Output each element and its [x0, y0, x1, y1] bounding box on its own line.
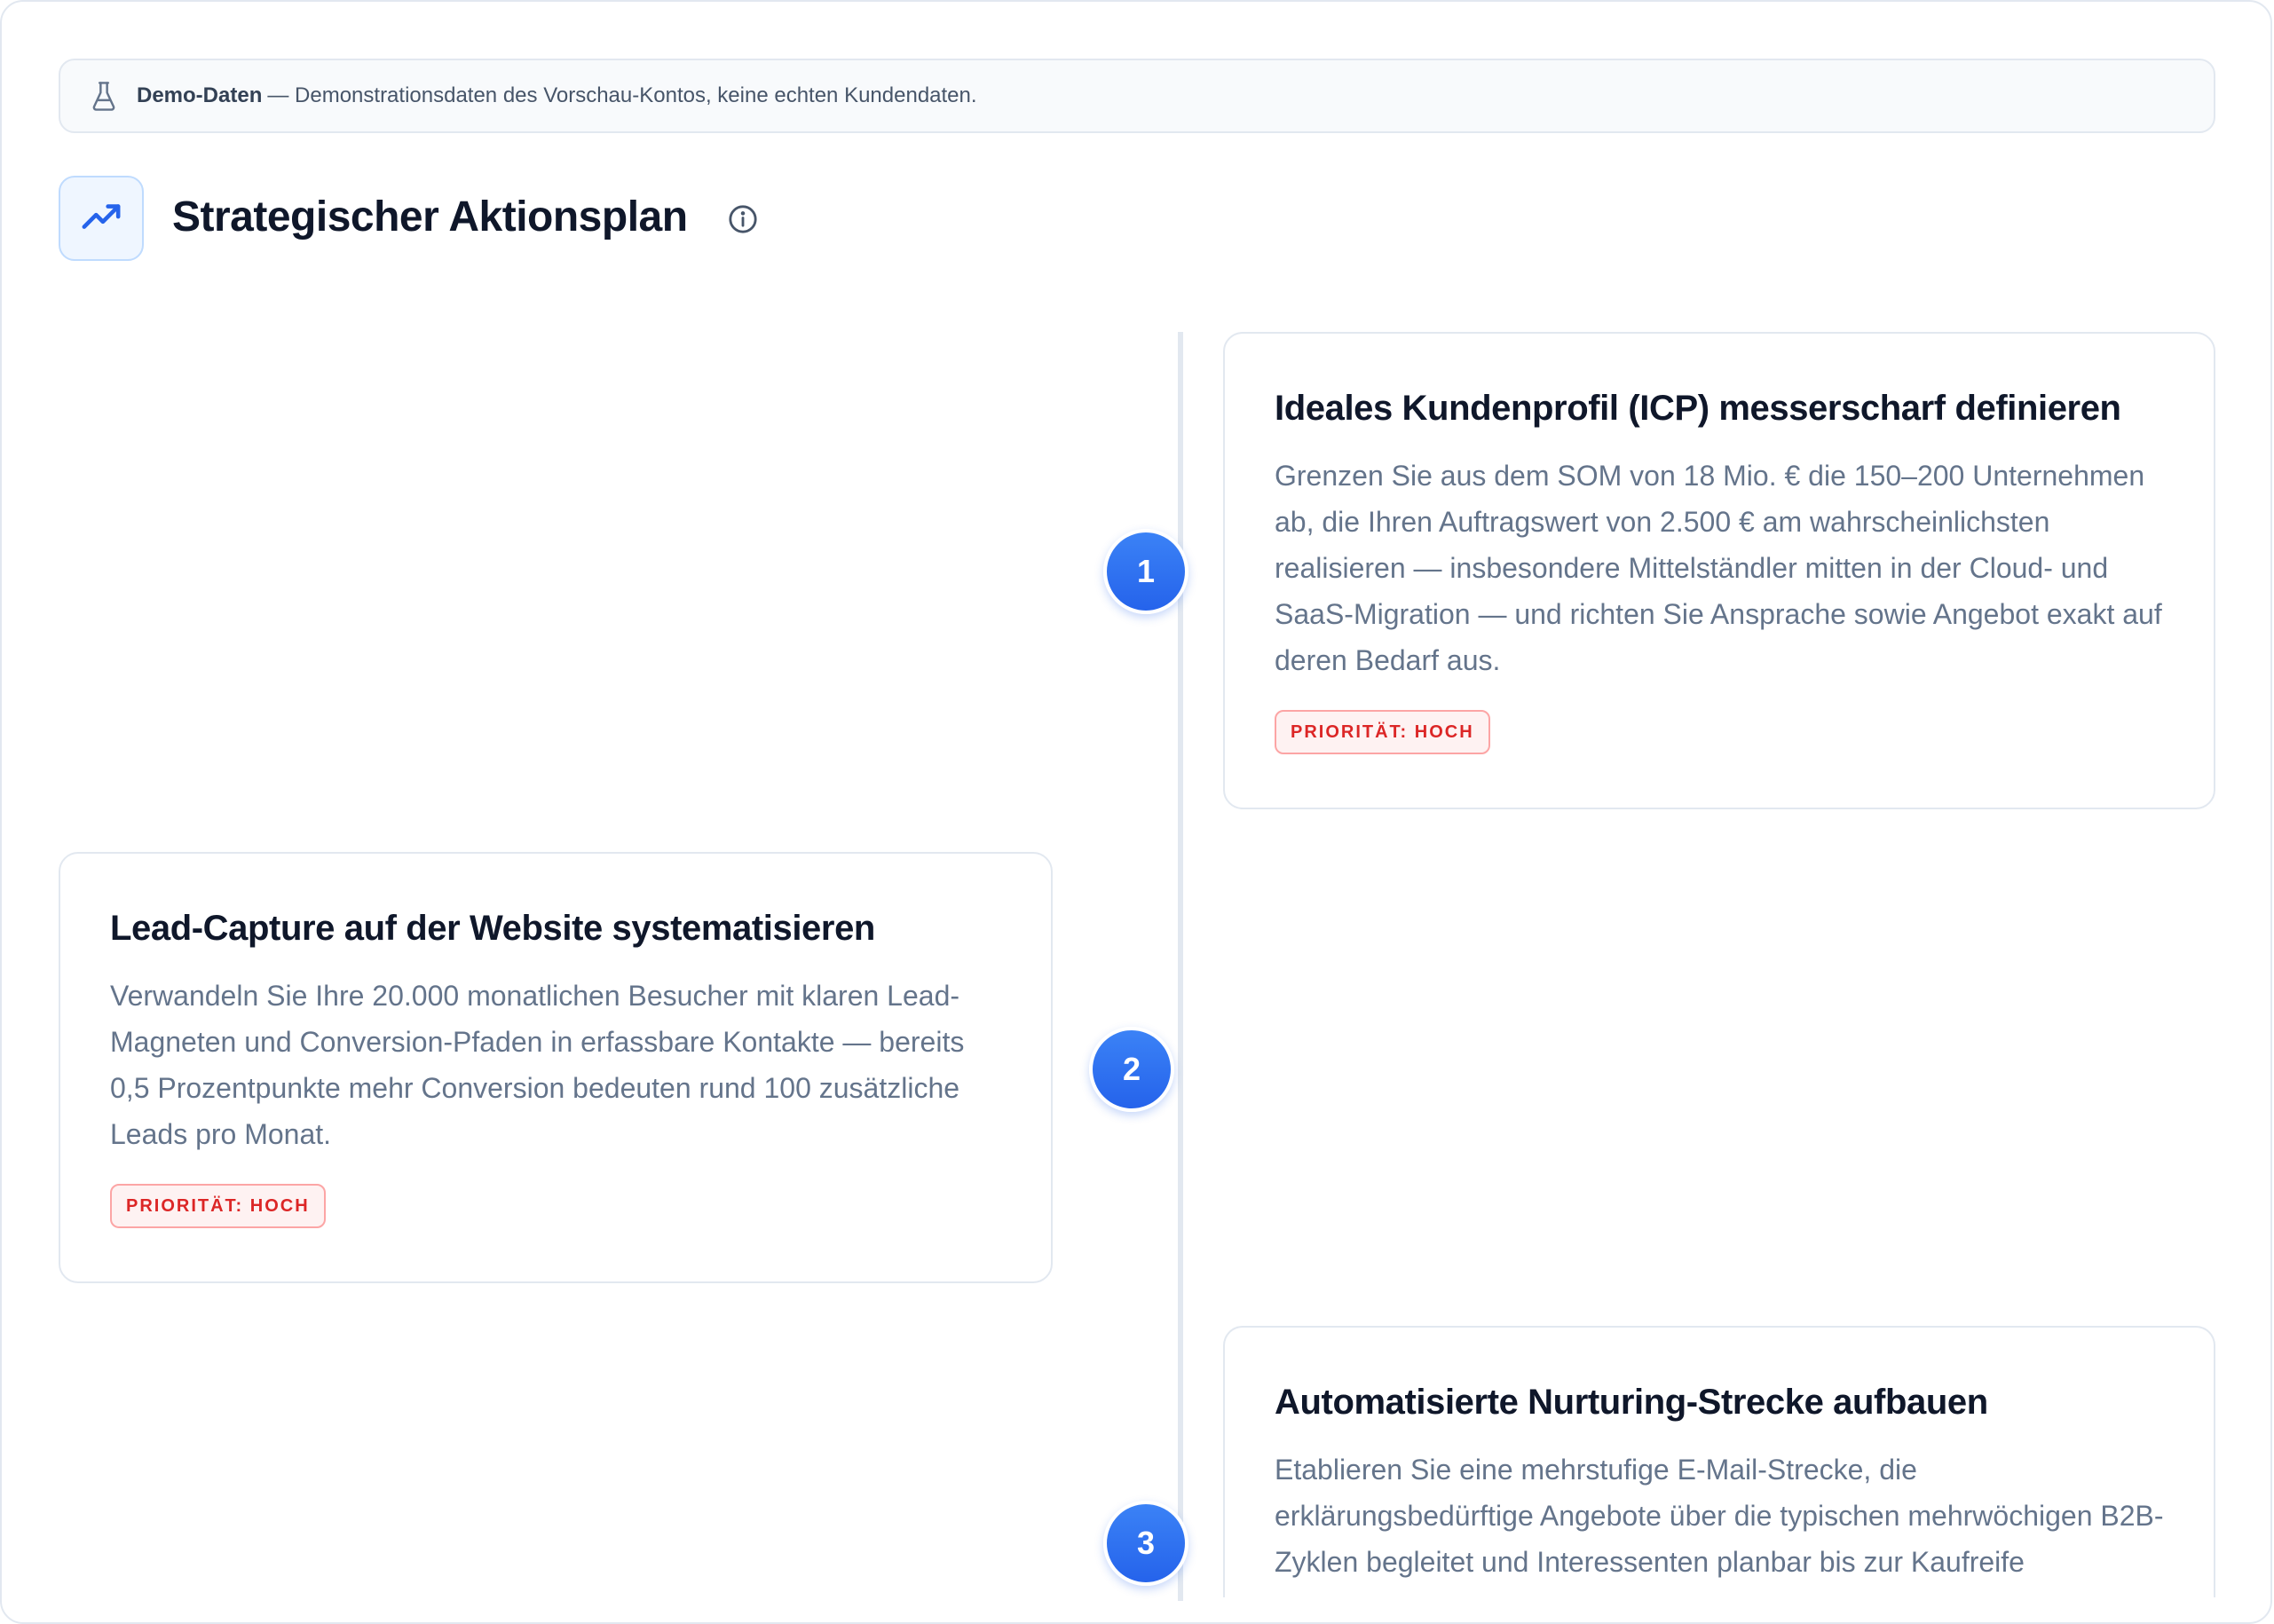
banner-label: Demo-Daten — [137, 83, 263, 107]
step-badge-1: 1 — [1103, 529, 1188, 614]
priority-badge: PRIORITÄT: HOCH — [110, 1184, 326, 1228]
action-card-1: Ideales Kundenprofil (ICP) messerscharf … — [1223, 332, 2215, 809]
trending-up-icon-box — [59, 176, 144, 261]
timeline-line — [1178, 332, 1183, 1601]
trending-up-icon — [82, 204, 121, 229]
card-description: Verwandeln Sie Ihre 20.000 monatlichen B… — [110, 980, 965, 1150]
card-title: Ideales Kundenprofil (ICP) messerscharf … — [1275, 389, 2121, 428]
info-icon[interactable] — [728, 204, 758, 234]
page-title: Strategischer Aktionsplan — [172, 193, 688, 240]
banner-text: — Demonstrationsdaten des Vorschau-Konto… — [267, 83, 977, 107]
action-card-3: Automatisierte Nurturing-Strecke aufbaue… — [1223, 1326, 2215, 1597]
flask-icon — [92, 82, 115, 111]
action-card-2: Lead-Capture auf der Website systematisi… — [59, 852, 1053, 1283]
priority-badge: PRIORITÄT: HOCH — [1275, 710, 1490, 754]
card-title: Lead-Capture auf der Website systematisi… — [110, 909, 875, 948]
step-badge-3: 3 — [1103, 1501, 1188, 1586]
card-description: Grenzen Sie aus dem SOM von 18 Mio. € di… — [1275, 460, 2162, 676]
step-badge-2: 2 — [1089, 1027, 1174, 1112]
demo-data-banner: Demo-Daten — Demonstrationsdaten des Vor… — [59, 59, 2215, 133]
card-description: Etablieren Sie eine mehrstufige E-Mail-S… — [1275, 1454, 2164, 1578]
card-title: Automatisierte Nurturing-Strecke aufbaue… — [1275, 1383, 1988, 1422]
